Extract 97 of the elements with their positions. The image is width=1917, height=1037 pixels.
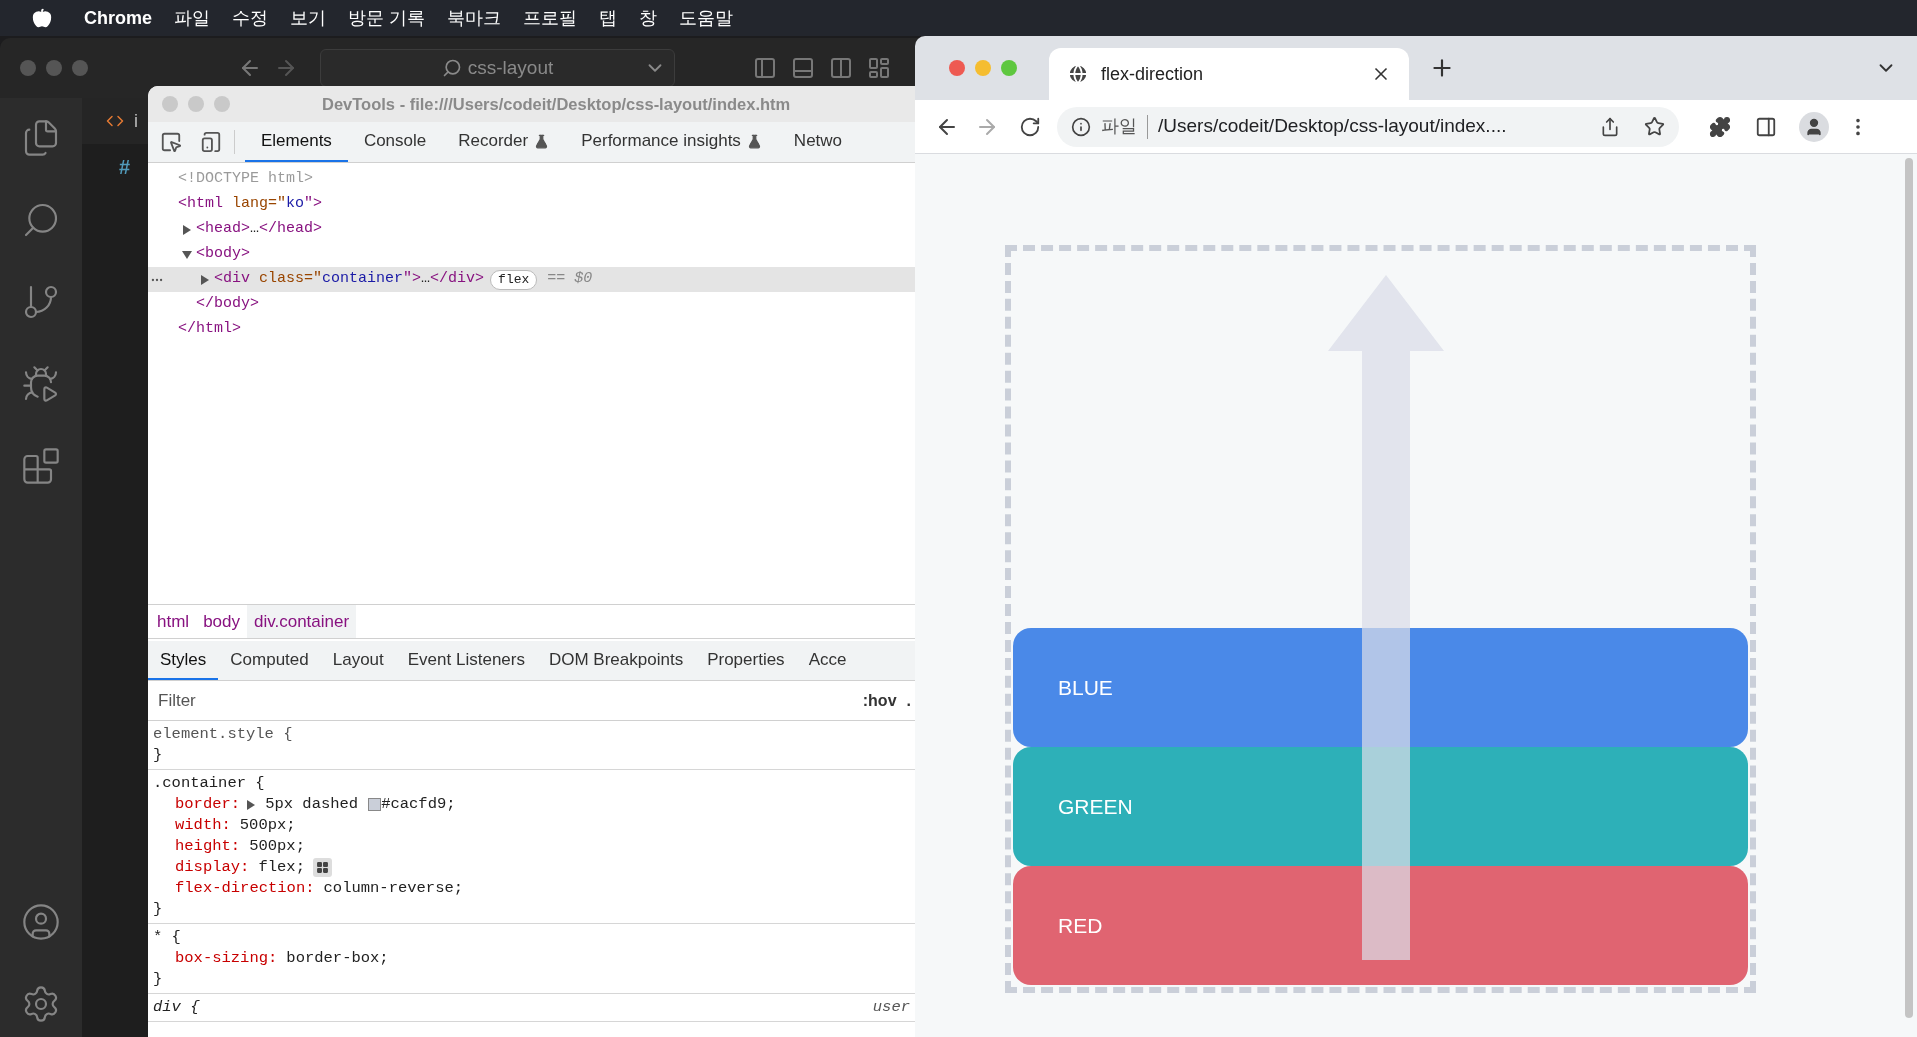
property-value: flex; xyxy=(258,857,305,878)
info-icon[interactable] xyxy=(1071,116,1091,137)
item-label: GREEN xyxy=(1058,793,1133,820)
property-value: 500px; xyxy=(239,815,296,836)
menu-item[interactable]: Chrome xyxy=(84,4,152,32)
breadcrumb[interactable]: html xyxy=(150,605,197,638)
window-control[interactable] xyxy=(46,60,62,76)
dom-node[interactable]: <html lang="ko"> xyxy=(178,193,323,216)
styles-pane-tab[interactable]: Styles xyxy=(148,641,219,680)
menu-item[interactable]: 탭 xyxy=(599,4,618,32)
rule-source: user xyxy=(872,997,910,1018)
expand-triangle-icon[interactable] xyxy=(200,274,210,285)
search-field[interactable]: css-layout xyxy=(320,49,675,87)
closing-tag: </html> xyxy=(178,318,241,341)
scheme-label: 파일 xyxy=(1101,115,1137,138)
property-name: width: xyxy=(175,815,231,836)
property-value: border-box; xyxy=(286,948,389,969)
expand-triangle-icon[interactable] xyxy=(246,799,257,810)
reload-icon[interactable] xyxy=(1019,115,1041,138)
account-icon[interactable] xyxy=(21,902,61,942)
layout-icon[interactable] xyxy=(867,56,891,80)
panel-bottom-icon[interactable] xyxy=(791,56,815,80)
globe-icon xyxy=(1067,63,1089,85)
hover-state-toggle[interactable]: :hov xyxy=(862,688,897,713)
flask-icon xyxy=(746,133,762,149)
flask-icon xyxy=(534,133,550,149)
search-icon xyxy=(441,58,462,78)
panel-left-icon[interactable] xyxy=(753,56,777,80)
property-name: flex-direction: xyxy=(175,878,315,899)
menu-item[interactable]: 창 xyxy=(639,4,658,32)
device-toolbar-icon[interactable] xyxy=(200,131,222,153)
item-label: BLUE xyxy=(1058,674,1113,701)
styles-pane-tab[interactable]: DOM Breakpoints xyxy=(536,641,696,680)
dom-node[interactable]: <div class="container">…</div> xyxy=(214,268,485,291)
styles-pane-tab[interactable]: Computed xyxy=(218,641,321,680)
styles-pane-tab[interactable]: Acce xyxy=(796,641,859,680)
closing-tag: </body> xyxy=(196,293,259,316)
window-control[interactable] xyxy=(20,60,36,76)
styles-pane-tab[interactable]: Layout xyxy=(320,641,396,680)
panel-tab[interactable]: Recorder xyxy=(442,122,566,162)
class-toggle[interactable]: . xyxy=(906,688,911,713)
color-swatch[interactable] xyxy=(368,798,382,811)
property-name: display: xyxy=(175,857,250,878)
profile-icon[interactable] xyxy=(1799,111,1829,142)
item-label: RED xyxy=(1058,912,1103,939)
window-control[interactable] xyxy=(72,60,88,76)
panel-tab[interactable]: Elements xyxy=(245,122,348,162)
panel-tab[interactable]: Netwo xyxy=(777,122,859,162)
property-value: column-reverse; xyxy=(323,878,464,899)
expand-triangle-icon[interactable] xyxy=(182,249,192,260)
menu-item[interactable]: 프로필 xyxy=(523,4,578,32)
flex-editor-icon[interactable] xyxy=(312,858,332,877)
property-name: box-sizing: xyxy=(175,948,278,969)
css-file-mark: # xyxy=(119,156,131,178)
dom-node[interactable]: <body> xyxy=(196,243,250,266)
styles-pane-tab[interactable]: Event Listeners xyxy=(395,641,537,680)
dom-node[interactable]: <head>…</head> xyxy=(196,218,323,241)
property-name: height: xyxy=(175,836,241,857)
menu-item[interactable]: 북마크 xyxy=(447,4,502,32)
panel-tab[interactable]: Performance insights xyxy=(565,122,778,162)
inspect-icon[interactable] xyxy=(160,131,182,153)
property-value: 500px; xyxy=(249,836,305,857)
scrollbar[interactable] xyxy=(1905,158,1913,1018)
rule-selector: .container { xyxy=(153,773,265,794)
address-bar[interactable]: 파일 /Users/codeit/Desktop/css-layout/index.... xyxy=(1057,106,1679,147)
breadcrumb[interactable]: div.container xyxy=(247,605,357,638)
browser-tab[interactable]: flex-direction xyxy=(1049,48,1409,100)
breadcrumb[interactable]: body xyxy=(196,605,247,638)
rule-selector: element.style { xyxy=(153,724,293,745)
property-value: #cacfd9; xyxy=(381,794,456,815)
url-text: /Users/codeit/Desktop/css-layout/index.... xyxy=(1158,114,1508,139)
rule-close: } xyxy=(153,969,164,990)
apple-icon[interactable] xyxy=(32,8,52,28)
rule-selector: div { xyxy=(153,997,200,1018)
menu-item[interactable]: 방문 기록 xyxy=(348,4,426,32)
property-name: border: xyxy=(175,794,241,815)
expand-triangle-icon[interactable] xyxy=(182,224,192,235)
property-value: 5px dashed xyxy=(265,794,359,815)
node-reference: == $0 xyxy=(547,269,593,290)
window-title: DevTools - file:///Users/codeit/Desktop/css-layout/index.htm xyxy=(322,93,791,115)
share-icon[interactable] xyxy=(1600,116,1620,137)
flex-badge[interactable]: flex xyxy=(490,269,538,290)
side-panel-icon[interactable] xyxy=(1755,115,1777,138)
rule-close: } xyxy=(153,745,164,766)
rule-selector: * { xyxy=(153,927,181,948)
editor-tab[interactable]: i xyxy=(134,107,138,135)
menu-item[interactable]: 보기 xyxy=(290,4,326,32)
extensions-icon[interactable] xyxy=(1709,115,1731,138)
menu-item[interactable]: 도움말 xyxy=(679,4,734,32)
window-control[interactable] xyxy=(949,60,965,76)
panel-tab[interactable]: Console xyxy=(347,122,443,162)
panel-right-icon[interactable] xyxy=(829,56,853,80)
menu-item[interactable]: 파일 xyxy=(174,4,210,32)
menu-item[interactable]: 수정 xyxy=(232,4,268,32)
styles-pane-tab[interactable]: Properties xyxy=(695,641,797,680)
rule-close: } xyxy=(153,899,164,920)
bookmark-star-icon[interactable] xyxy=(1644,116,1665,137)
